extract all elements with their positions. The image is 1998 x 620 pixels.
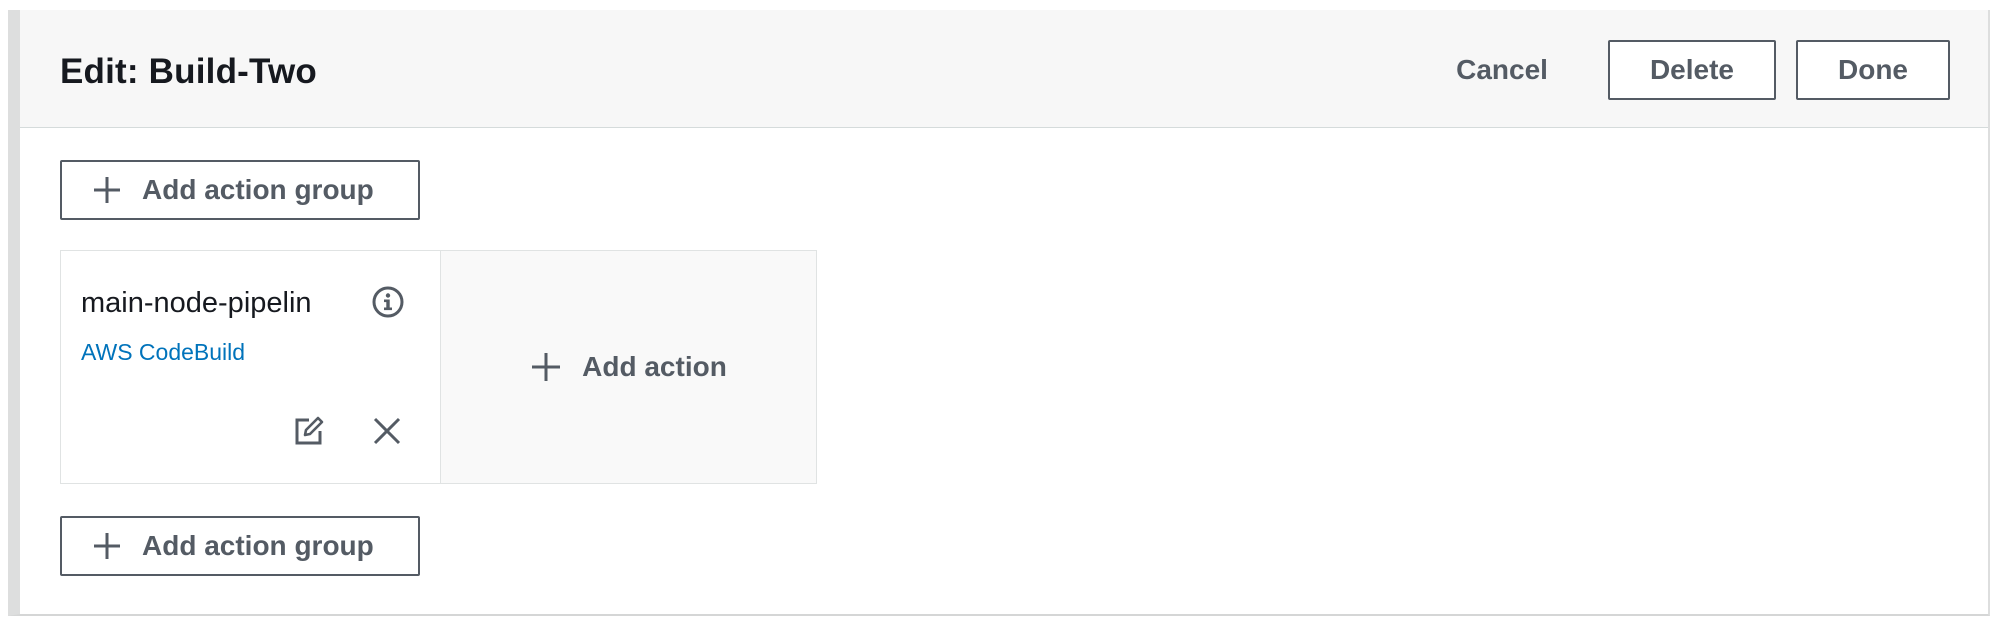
- provider-link[interactable]: AWS CodeBuild: [81, 339, 245, 366]
- close-icon[interactable]: [371, 415, 403, 447]
- add-action-group-button-bottom[interactable]: Add action group: [60, 516, 420, 576]
- plus-icon: [532, 353, 561, 381]
- action-group: main-node-pipelin AWS CodeBuild Add acti…: [60, 250, 817, 484]
- action-name: main-node-pipelin: [81, 287, 312, 319]
- add-action-group-label: Add action group: [142, 174, 374, 205]
- delete-button[interactable]: Delete: [1607, 40, 1776, 100]
- done-button[interactable]: Done: [1796, 40, 1950, 100]
- add-action-group-button-top[interactable]: Add action group: [60, 160, 420, 220]
- plus-icon: [94, 177, 120, 203]
- add-action-group-label: Add action group: [142, 530, 374, 561]
- action-card: main-node-pipelin AWS CodeBuild: [61, 251, 441, 483]
- cancel-button[interactable]: Cancel: [1416, 40, 1588, 100]
- add-action-label: Add action: [582, 351, 727, 382]
- plus-icon: [94, 533, 120, 559]
- info-icon[interactable]: [371, 285, 405, 319]
- add-action-button[interactable]: Add action: [441, 251, 816, 483]
- stage-editor: Edit: Build-Two Cancel Delete Done Add a…: [8, 10, 1990, 616]
- page-title: Edit: Build-Two: [60, 52, 318, 91]
- edit-icon[interactable]: [293, 415, 325, 447]
- header-actions: Cancel Delete Done: [1416, 40, 1950, 100]
- edit-header: Edit: Build-Two Cancel Delete Done: [20, 10, 1988, 128]
